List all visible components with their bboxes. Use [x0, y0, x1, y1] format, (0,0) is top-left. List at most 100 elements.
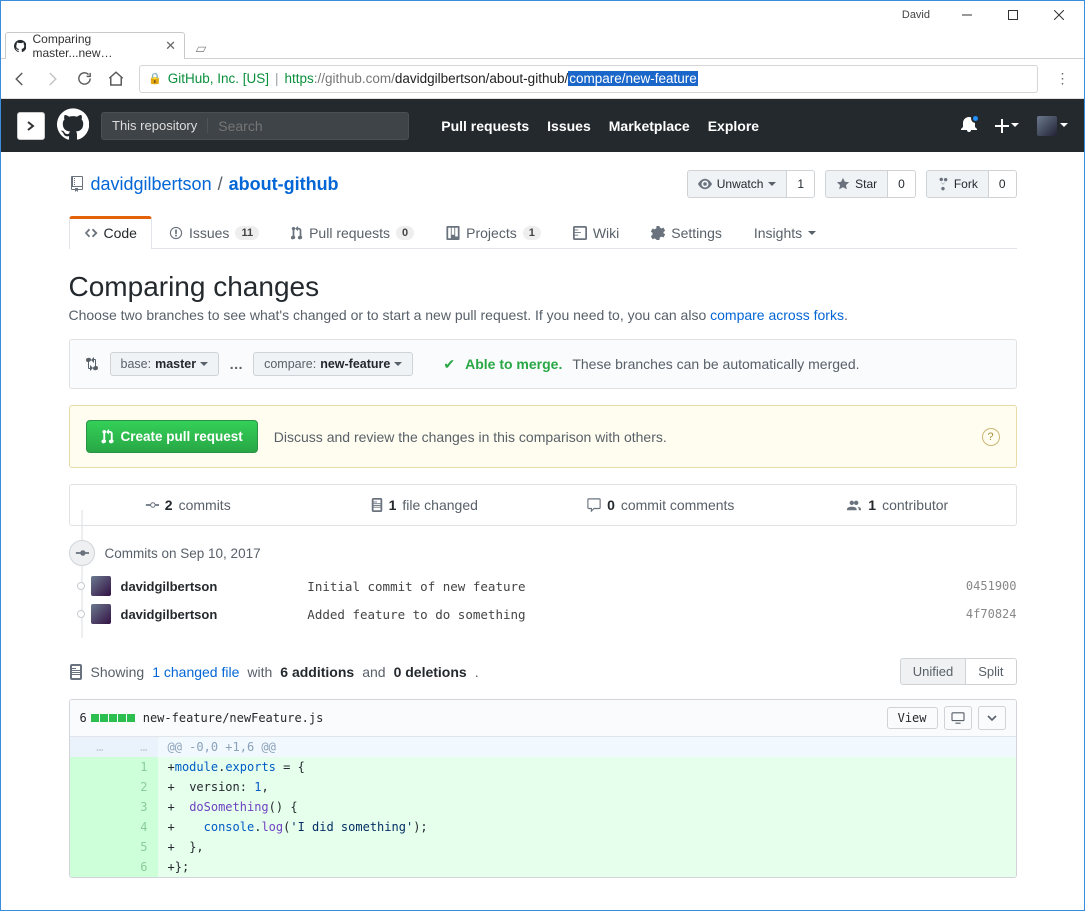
browser-tabstrip: Comparing master...new… ✕ ▱ — [1, 29, 1084, 59]
stat-files[interactable]: 1file changed — [306, 485, 543, 525]
window-minimize[interactable] — [944, 1, 990, 29]
base-branch-button[interactable]: base: master — [110, 352, 220, 376]
expand-sidebar-button[interactable] — [17, 112, 45, 140]
stat-contributors[interactable]: 1contributor — [779, 485, 1016, 525]
home-button[interactable] — [107, 70, 125, 88]
url-scheme: https — [285, 71, 314, 86]
window-maximize[interactable] — [990, 1, 1036, 29]
notification-dot-icon — [971, 114, 980, 123]
primary-nav: Pull requests Issues Marketplace Explore — [441, 118, 759, 134]
unwatch-button[interactable]: Unwatch — [687, 170, 788, 198]
tab-settings[interactable]: Settings — [636, 216, 737, 249]
fork-button[interactable]: Fork — [926, 170, 989, 198]
nav-pulls[interactable]: Pull requests — [441, 118, 529, 134]
compare-forks-link[interactable]: compare across forks — [710, 307, 844, 323]
desktop-icon[interactable] — [944, 706, 972, 730]
tab-wiki[interactable]: Wiki — [558, 216, 634, 249]
browser-tab-title: Comparing master...new… — [32, 32, 159, 60]
compare-stats: 2commits 1file changed 0commit comments … — [69, 484, 1017, 526]
git-compare-icon — [84, 356, 100, 372]
create-pr-box: Create pull request Discuss and review t… — [69, 405, 1017, 468]
browser-menu[interactable]: ⋮ — [1052, 70, 1074, 87]
diff-line: + console.log('I did something'); — [158, 817, 1016, 837]
address-bar[interactable]: 🔒 GitHub, Inc. [US] | https://github.com… — [139, 65, 1038, 93]
diff-table: ……@@ -0,0 +1,6 @@ 1+module.exports = {2+… — [70, 737, 1016, 877]
reload-button[interactable] — [75, 70, 93, 88]
commit-sha[interactable]: 0451900 — [966, 579, 1017, 593]
tab-projects[interactable]: Projects1 — [431, 216, 556, 249]
browser-toolbar: 🔒 GitHub, Inc. [US] | https://github.com… — [1, 59, 1084, 99]
unified-button[interactable]: Unified — [900, 658, 966, 685]
github-header: This repository Pull requests Issues Mar… — [1, 99, 1084, 152]
view-file-button[interactable]: View — [887, 707, 938, 729]
help-icon[interactable]: ? — [982, 428, 1000, 446]
back-button[interactable] — [11, 70, 29, 88]
repo-icon — [69, 176, 85, 192]
create-pull-request-button[interactable]: Create pull request — [86, 420, 258, 453]
lock-icon: 🔒 — [148, 72, 162, 85]
star-count[interactable]: 0 — [888, 170, 916, 198]
compare-branch-button[interactable]: compare: new-feature — [253, 352, 413, 376]
page-subtitle: Choose two branches to see what's change… — [69, 307, 1017, 323]
tab-pulls[interactable]: Pull requests0 — [276, 216, 429, 249]
commit-sha[interactable]: 4f70824 — [966, 607, 1017, 621]
forward-button[interactable] — [43, 70, 61, 88]
changed-files-link[interactable]: 1 changed file — [152, 664, 239, 680]
diff-line: + }, — [158, 837, 1016, 857]
github-logo-icon[interactable] — [57, 108, 89, 143]
search-scope[interactable]: This repository — [101, 112, 409, 140]
file-icon — [69, 664, 83, 680]
notifications-icon[interactable] — [961, 116, 977, 135]
page-title: Comparing changes — [69, 271, 1017, 303]
file-path[interactable]: new-feature/newFeature.js — [143, 711, 324, 725]
avatar — [91, 604, 111, 624]
github-favicon-icon — [14, 39, 26, 53]
star-icon — [836, 177, 850, 191]
commit-author[interactable]: davidgilbertson — [121, 579, 218, 594]
diff-line: + doSomething() { — [158, 797, 1016, 817]
search-input[interactable] — [208, 118, 408, 134]
search-scope-label: This repository — [102, 118, 208, 133]
window-titlebar: David — [1, 1, 1084, 29]
diffstat: 6 — [80, 711, 135, 725]
window-close[interactable] — [1036, 1, 1082, 29]
commit-row[interactable]: davidgilbertson Added feature to do some… — [69, 600, 1017, 628]
new-tab-button[interactable]: ▱ — [191, 38, 211, 58]
diff-toc: Showing 1 changed file with 6 additions … — [69, 658, 1017, 685]
create-menu[interactable] — [995, 119, 1019, 133]
stat-comments[interactable]: 0commit comments — [543, 485, 780, 525]
chevron-down-icon[interactable] — [978, 706, 1006, 730]
commit-author[interactable]: davidgilbertson — [121, 607, 218, 622]
commit-row[interactable]: davidgilbertson Initial commit of new fe… — [69, 572, 1017, 600]
file-header: 6 new-feature/newFeature.js View — [70, 700, 1016, 737]
tab-issues[interactable]: Issues11 — [154, 216, 274, 249]
avatar — [91, 576, 111, 596]
commit-message[interactable]: Initial commit of new feature — [307, 579, 525, 594]
stat-commits[interactable]: 2commits — [70, 485, 307, 525]
tab-code[interactable]: Code — [69, 216, 152, 249]
nav-explore[interactable]: Explore — [708, 118, 759, 134]
commit-date-icon — [69, 540, 95, 566]
fork-count[interactable]: 0 — [989, 170, 1017, 198]
commit-message[interactable]: Added feature to do something — [307, 607, 525, 622]
fork-icon — [937, 177, 949, 191]
owner-link[interactable]: davidgilbertson — [91, 174, 212, 195]
discuss-text: Discuss and review the changes in this c… — [274, 429, 667, 445]
avatar — [1037, 116, 1057, 136]
browser-tab[interactable]: Comparing master...new… ✕ — [5, 32, 185, 59]
dots-icon: … — [229, 356, 243, 372]
nav-marketplace[interactable]: Marketplace — [609, 118, 690, 134]
user-menu[interactable] — [1037, 116, 1068, 136]
url-org: GitHub, Inc. [US] — [168, 71, 269, 86]
repo-link[interactable]: about-github — [229, 174, 339, 194]
star-button[interactable]: Star — [825, 170, 888, 198]
split-button[interactable]: Split — [966, 658, 1016, 685]
nav-issues[interactable]: Issues — [547, 118, 591, 134]
commit-group: Commits on Sep 10, 2017 davidgilbertson … — [69, 540, 1017, 628]
range-editor: base: master … compare: new-feature ✔ Ab… — [69, 339, 1017, 389]
commit-date-label: Commits on Sep 10, 2017 — [105, 546, 261, 561]
tab-insights[interactable]: Insights — [739, 216, 831, 249]
watch-count[interactable]: 1 — [787, 170, 815, 198]
tab-close-icon[interactable]: ✕ — [165, 38, 176, 54]
mergeable-label: Able to merge. — [465, 356, 562, 372]
